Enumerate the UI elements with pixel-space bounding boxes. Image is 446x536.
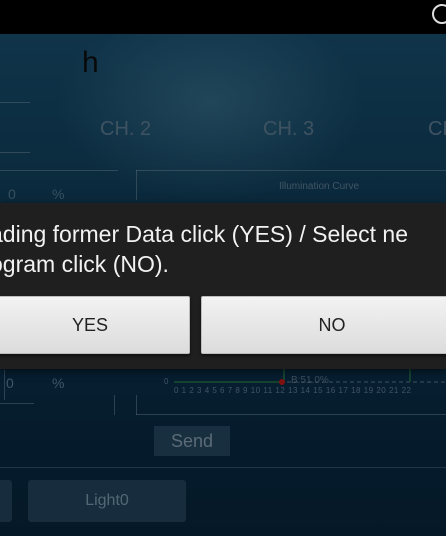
- status-bar: [0, 0, 446, 34]
- dialog-message-line-2: ogram click (NO).: [0, 251, 169, 277]
- dialog-message-line-1: ading former Data click (YES) / Select n…: [0, 221, 408, 247]
- yes-button[interactable]: YES: [0, 296, 190, 354]
- no-button[interactable]: NO: [201, 296, 446, 354]
- status-icon: [432, 4, 446, 24]
- app-screen: h CH. 2 CH. 3 CH 0 % Illumination Curve …: [0, 0, 446, 536]
- dialog-message: ading former Data click (YES) / Select n…: [0, 219, 446, 279]
